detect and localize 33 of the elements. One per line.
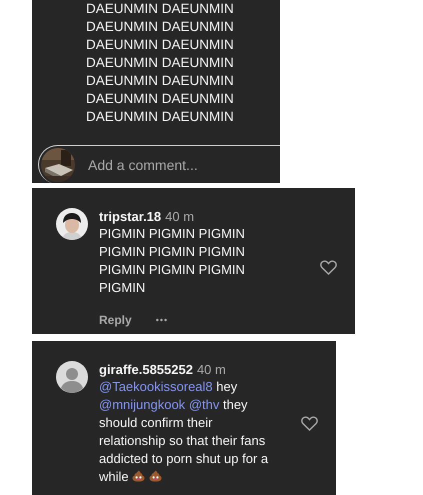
comment-text-line: should confirm their [99, 414, 212, 432]
poop-icon [148, 470, 162, 482]
comment-text-line: PIGMIN PIGMIN PIGMIN [99, 243, 245, 261]
mention-link[interactable]: @mnijungkook [99, 397, 186, 412]
avatar[interactable] [56, 208, 88, 240]
caption-line: DAEUNMIN DAEUNMIN [86, 54, 234, 72]
reply-link[interactable]: Reply [99, 313, 132, 327]
avatar[interactable] [56, 361, 88, 393]
caption-line: DAEUNMIN DAEUNMIN [86, 90, 234, 108]
heart-icon[interactable] [301, 416, 318, 431]
mention-link[interactable]: @Taekookissoreal8 [99, 379, 213, 394]
caption-line: DAEUNMIN DAEUNMIN [86, 36, 234, 54]
username[interactable]: giraffe.5855252 [99, 361, 193, 378]
comment-text-line: PIGMIN PIGMIN PIGMIN [99, 261, 245, 279]
comment-text-line: PIGMIN [99, 279, 146, 297]
timestamp: 40 m [196, 361, 226, 378]
caption-line: DAEUNMIN DAEUNMIN [86, 108, 234, 126]
comment-input[interactable]: Add a comment... [88, 157, 258, 173]
comment-text-line: @Taekookissoreal8 hey [99, 378, 238, 396]
caption-line: DAEUNMIN DAEUNMIN [86, 0, 234, 18]
mention-link[interactable]: @thv [188, 397, 220, 412]
heart-icon[interactable] [320, 260, 337, 275]
comment-text-line: addicted to porn shut up for a [99, 450, 268, 468]
caption-line: DAEUNMIN DAEUNMIN [86, 72, 234, 90]
comment-text-line: @mnijungkook @thv they [99, 396, 248, 414]
comment-text-line: PIGMIN PIGMIN PIGMIN [99, 225, 245, 243]
timestamp: 40 m [165, 208, 194, 225]
caption-line: DAEUNMIN DAEUNMIN [86, 18, 234, 36]
username[interactable]: tripstar.18 [99, 208, 162, 225]
comment-text-line: relationship so that their fans [99, 432, 266, 450]
poop-icon [132, 470, 146, 482]
more-options-icon[interactable]: ••• [156, 315, 168, 325]
comment-text-line: while [99, 468, 162, 486]
